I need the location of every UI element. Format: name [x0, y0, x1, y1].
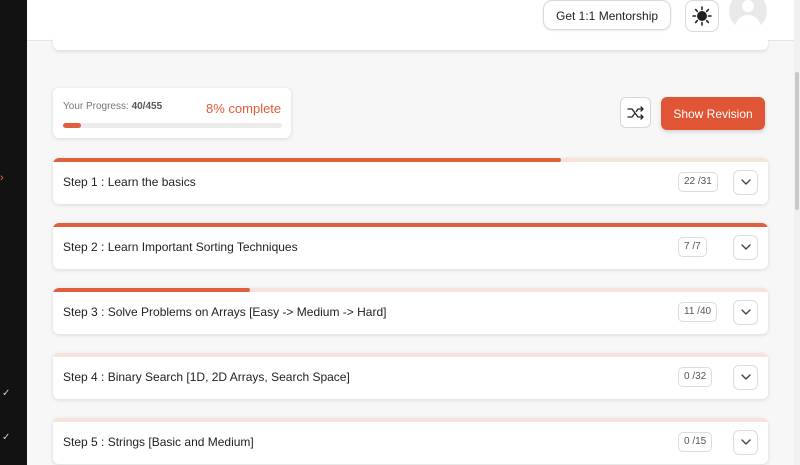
step-card[interactable]: Step 2 : Learn Important Sorting Techniq… [53, 223, 768, 269]
check-icon: ✓ [2, 432, 11, 443]
progress-percent: 8% complete [206, 101, 282, 116]
user-avatar-icon[interactable] [729, 0, 767, 30]
show-revision-button[interactable]: Show Revision [661, 97, 765, 130]
theme-toggle-button[interactable] [685, 0, 719, 32]
step-card[interactable]: Step 3 : Solve Problems on Arrays [Easy … [53, 288, 768, 334]
top-header: Get 1:1 Mentorship [27, 0, 794, 41]
expand-step-button[interactable] [733, 430, 758, 455]
expand-step-button[interactable] [733, 170, 758, 195]
step-count-badge: 7 /7 [678, 237, 707, 257]
chevron-down-icon [740, 309, 751, 315]
scrollbar[interactable] [794, 0, 800, 465]
step-progress-bar [53, 223, 768, 227]
step-card[interactable]: Step 1 : Learn the basics 22 /31 [53, 158, 768, 204]
progress-count: 40/455 [131, 101, 163, 112]
check-icon: ✓ [2, 388, 11, 399]
progress-bar [63, 123, 282, 128]
scrollbar-thumb[interactable] [795, 72, 799, 210]
step-progress-bar [53, 288, 768, 292]
step-title: Step 1 : Learn the basics [63, 175, 196, 189]
step-progress-bar [53, 353, 768, 357]
step-card[interactable]: Step 5 : Strings [Basic and Medium] 0 /15 [53, 418, 768, 464]
expand-step-button[interactable] [733, 365, 758, 390]
progress-label: Your Progress: [63, 101, 129, 112]
shuffle-button[interactable] [620, 97, 651, 128]
step-progress-bar [53, 158, 768, 162]
chevron-down-icon [740, 244, 751, 250]
step-title: Step 4 : Binary Search [1D, 2D Arrays, S… [63, 370, 350, 384]
mentorship-button[interactable]: Get 1:1 Mentorship [543, 0, 672, 30]
expand-step-button[interactable] [733, 300, 758, 325]
chevron-down-icon [740, 179, 751, 185]
sun-icon [692, 6, 712, 26]
step-progress-bar [53, 418, 768, 422]
step-title: Step 3 : Solve Problems on Arrays [Easy … [63, 305, 387, 319]
step-count-badge: 0 /15 [678, 432, 713, 452]
progress-bar-fill [63, 123, 81, 128]
step-progress-fill [53, 288, 250, 292]
step-progress-fill [53, 158, 561, 162]
shuffle-icon [626, 105, 644, 120]
active-indicator-icon: › [0, 172, 4, 184]
step-count-badge: 0 /32 [678, 367, 713, 387]
step-title: Step 2 : Learn Important Sorting Techniq… [63, 240, 298, 254]
step-count-badge: 22 /31 [678, 172, 718, 192]
previous-card-edge [53, 37, 768, 50]
left-sidebar-rail: › ✓ ✓ [0, 0, 27, 465]
progress-card: Your Progress: 40/455 8% complete [53, 88, 291, 138]
chevron-down-icon [740, 439, 751, 445]
chevron-down-icon [740, 374, 751, 380]
step-title: Step 5 : Strings [Basic and Medium] [63, 435, 254, 449]
step-count-badge: 11 /40 [678, 302, 718, 322]
expand-step-button[interactable] [733, 235, 758, 260]
step-card[interactable]: Step 4 : Binary Search [1D, 2D Arrays, S… [53, 353, 768, 399]
step-progress-fill [53, 223, 768, 227]
